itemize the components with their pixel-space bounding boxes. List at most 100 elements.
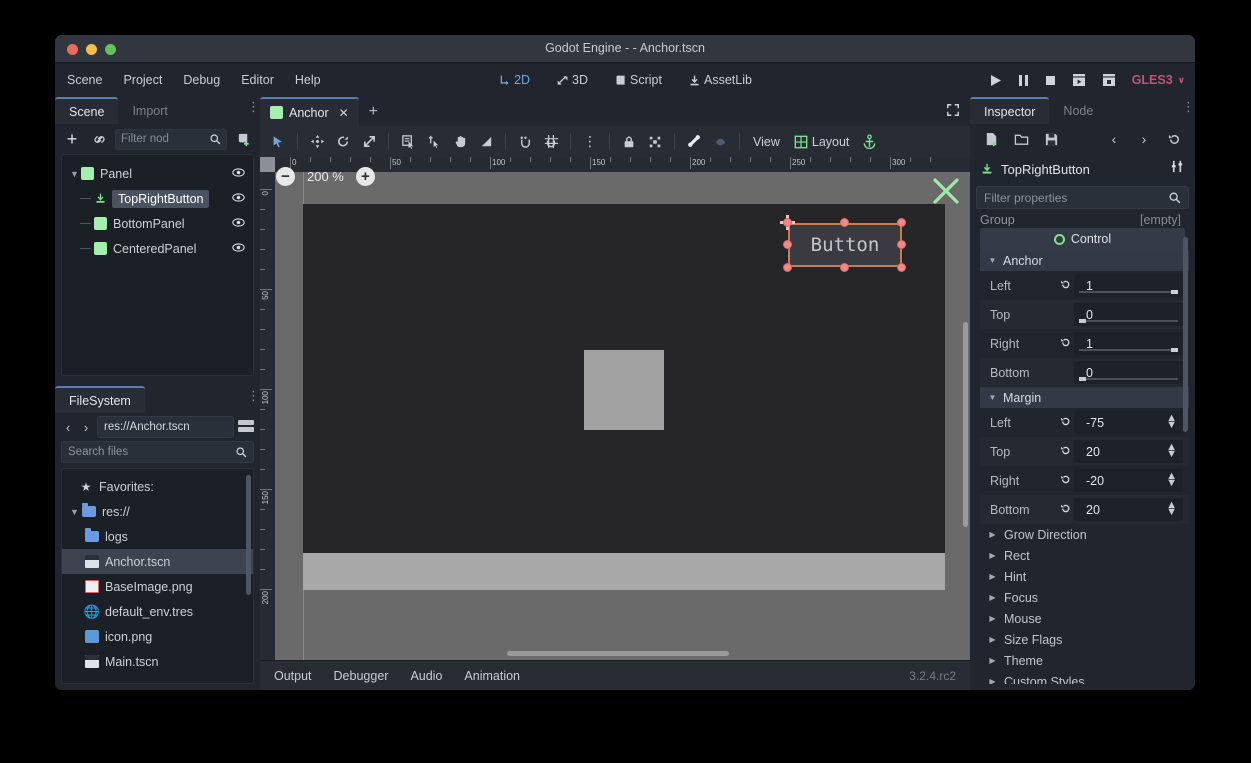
view-menu-button[interactable]: View bbox=[747, 135, 786, 149]
property-value-field[interactable]: 1 bbox=[1074, 332, 1183, 355]
link-scene-button[interactable] bbox=[88, 128, 110, 150]
filesystem-favorites-row[interactable]: ★ Favorites: bbox=[62, 474, 253, 499]
property-row-group[interactable]: Group [empty] bbox=[972, 213, 1189, 226]
section-hint[interactable]: ▶ Hint bbox=[980, 566, 1189, 587]
scale-mode-tool[interactable] bbox=[357, 130, 381, 153]
mode-assetlib-button[interactable]: AssetLib bbox=[682, 70, 758, 90]
section-rect[interactable]: ▶ Rect bbox=[980, 545, 1189, 566]
bottom-tab-output[interactable]: Output bbox=[274, 669, 312, 683]
resize-handle-mr[interactable] bbox=[897, 240, 906, 249]
anchor-handles-icon[interactable] bbox=[932, 177, 960, 205]
save-resource-button[interactable] bbox=[1040, 128, 1062, 150]
tab-scene[interactable]: Scene bbox=[55, 97, 118, 124]
value-slider-track[interactable] bbox=[1079, 378, 1178, 380]
revert-icon[interactable] bbox=[1056, 473, 1074, 489]
property-row-margin-left[interactable]: Left -75 ▲▼ bbox=[980, 408, 1189, 437]
resize-handle-tc[interactable] bbox=[840, 218, 849, 227]
menu-scene[interactable]: Scene bbox=[58, 69, 111, 91]
value-slider-grip[interactable] bbox=[1171, 348, 1178, 352]
spinner-icon[interactable]: ▲▼ bbox=[1166, 473, 1177, 487]
section-size-flags[interactable]: ▶ Size Flags bbox=[980, 629, 1189, 650]
layout-menu-button[interactable]: Layout bbox=[788, 135, 856, 149]
property-row-margin-bottom[interactable]: Bottom 20 ▲▼ bbox=[980, 495, 1189, 524]
property-value-field[interactable]: -20 ▲▼ bbox=[1074, 469, 1183, 492]
section-theme[interactable]: ▶ Theme bbox=[980, 650, 1189, 671]
snap-options-tool[interactable] bbox=[539, 130, 563, 153]
inspector-filter-box[interactable]: Filter properties bbox=[976, 186, 1189, 209]
vertical-dots-icon[interactable]: ⋮ bbox=[247, 103, 251, 110]
current-path-field[interactable]: res://Anchor.tscn bbox=[97, 416, 234, 438]
property-row-margin-top[interactable]: Top 20 ▲▼ bbox=[980, 437, 1189, 466]
ruler-origin-corner[interactable] bbox=[260, 157, 275, 172]
ruler-mode-tool[interactable] bbox=[474, 130, 498, 153]
mode-2d-button[interactable]: 2D bbox=[492, 70, 536, 90]
fullscreen-icon[interactable] bbox=[946, 103, 960, 120]
bottom-tab-animation[interactable]: Animation bbox=[464, 669, 520, 683]
mode-3d-button[interactable]: 3D bbox=[550, 70, 594, 90]
spinner-icon[interactable]: ▲▼ bbox=[1166, 444, 1177, 458]
stop-button[interactable] bbox=[1045, 74, 1056, 87]
chevron-right-icon[interactable]: ▶ bbox=[988, 677, 997, 684]
filesystem-item-default-env-tres[interactable]: 🌐 default_env.tres bbox=[62, 599, 253, 624]
property-row-anchor-left[interactable]: Left 1 bbox=[980, 271, 1189, 300]
vertical-scrollbar[interactable] bbox=[963, 322, 968, 527]
chevron-right-icon[interactable]: ▶ bbox=[988, 551, 997, 560]
filesystem-item-res[interactable]: ▼ res:// bbox=[62, 499, 253, 524]
tab-inspector[interactable]: Inspector bbox=[970, 97, 1049, 124]
revert-icon[interactable] bbox=[1056, 415, 1074, 431]
property-row-anchor-right[interactable]: Right 1 bbox=[980, 329, 1189, 358]
property-value-field[interactable]: 20 ▲▼ bbox=[1074, 498, 1183, 521]
add-scene-tab-button[interactable]: + bbox=[359, 97, 388, 126]
vertical-dots-icon[interactable]: ⋮ bbox=[1182, 103, 1186, 110]
select-mode-tool[interactable] bbox=[266, 130, 290, 153]
scene-filter-input[interactable] bbox=[121, 133, 206, 145]
vertical-dots-icon[interactable]: ⋮ bbox=[247, 392, 251, 399]
section-grow-direction[interactable]: ▶ Grow Direction bbox=[980, 524, 1189, 545]
property-row-margin-right[interactable]: Right -20 ▲▼ bbox=[980, 466, 1189, 495]
add-node-button[interactable]: + bbox=[61, 128, 83, 150]
filesystem-item-logs[interactable]: logs bbox=[62, 524, 253, 549]
filesystem-item-main-tscn[interactable]: Main.tscn bbox=[62, 649, 253, 674]
resize-handle-tr[interactable] bbox=[897, 218, 906, 227]
pan-mode-tool[interactable] bbox=[448, 130, 472, 153]
scene-node-bottompanel[interactable]: BottomPanel bbox=[62, 211, 253, 236]
resize-handle-bl[interactable] bbox=[783, 263, 792, 272]
revert-icon[interactable] bbox=[1056, 278, 1074, 294]
move-mode-tool[interactable] bbox=[305, 130, 329, 153]
more-options-tool[interactable]: ⋮ bbox=[578, 130, 602, 153]
lock-tool[interactable] bbox=[617, 130, 641, 153]
chevron-down-icon[interactable]: ▼ bbox=[68, 169, 81, 179]
value-slider-grip[interactable] bbox=[1079, 319, 1086, 323]
nav-forward-button[interactable]: › bbox=[79, 420, 93, 435]
skeleton-bone-tool[interactable] bbox=[682, 130, 706, 153]
bottom-tab-debugger[interactable]: Debugger bbox=[334, 669, 389, 683]
button-control[interactable]: Button bbox=[788, 223, 902, 267]
centered-panel-node[interactable] bbox=[584, 350, 664, 430]
filesystem-item-baseimage-png[interactable]: BaseImage.png bbox=[62, 574, 253, 599]
zoom-level-label[interactable]: 200 % bbox=[307, 169, 344, 184]
menu-project[interactable]: Project bbox=[114, 69, 171, 91]
revert-icon[interactable] bbox=[1056, 336, 1074, 352]
toggle-snap-tool[interactable] bbox=[513, 130, 537, 153]
zoom-in-button[interactable]: + bbox=[356, 167, 375, 186]
chevron-down-icon[interactable]: ▼ bbox=[68, 507, 81, 517]
history-prev-button[interactable]: ‹ bbox=[1103, 128, 1125, 150]
chevron-right-icon[interactable]: ▶ bbox=[988, 656, 997, 665]
value-slider-track[interactable] bbox=[1079, 291, 1178, 293]
horizontal-scrollbar[interactable] bbox=[507, 651, 729, 656]
play-scene-button[interactable] bbox=[1072, 73, 1086, 87]
menu-debug[interactable]: Debug bbox=[174, 69, 229, 91]
filesystem-item-anchor-tscn[interactable]: Anchor.tscn bbox=[62, 549, 253, 574]
bottom-panel-node[interactable] bbox=[303, 553, 945, 590]
rotate-mode-tool[interactable] bbox=[331, 130, 355, 153]
split-mode-icon[interactable] bbox=[238, 420, 254, 434]
chevron-down-icon[interactable]: ▼ bbox=[988, 393, 997, 402]
eye-icon[interactable] bbox=[232, 166, 245, 182]
resize-handle-ml[interactable] bbox=[783, 240, 792, 249]
section-mouse[interactable]: ▶ Mouse bbox=[980, 608, 1189, 629]
chevron-right-icon[interactable]: ▶ bbox=[988, 572, 997, 581]
property-row-anchor-top[interactable]: Top 0 bbox=[980, 300, 1189, 329]
bottom-tab-audio[interactable]: Audio bbox=[410, 669, 442, 683]
chevron-right-icon[interactable]: ▶ bbox=[988, 593, 997, 602]
property-value-field[interactable]: -75 ▲▼ bbox=[1074, 411, 1183, 434]
